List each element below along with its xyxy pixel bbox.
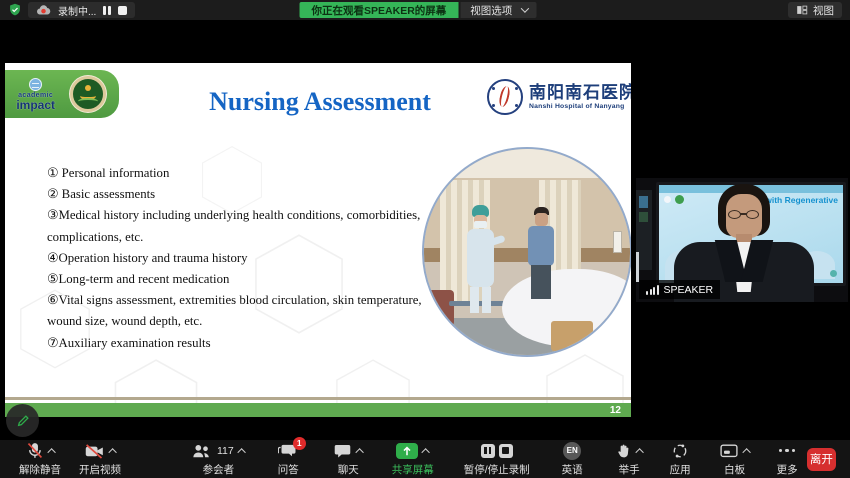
- ward-photo: [422, 147, 631, 357]
- qa-button[interactable]: 1 问答: [269, 440, 308, 478]
- hospital-logo: 南阳南石医院 Nanshi Hospital of Nanyang: [487, 75, 629, 119]
- view-button[interactable]: 视图: [788, 2, 842, 18]
- cloud-recording-icon: [36, 4, 51, 16]
- speaker-video-tile[interactable]: with Regenerative SPEAKER: [636, 178, 848, 302]
- chevron-up-icon[interactable]: [635, 448, 643, 456]
- apps-button[interactable]: 应用: [661, 440, 700, 478]
- apps-icon: [671, 442, 689, 460]
- chevron-down-icon: [520, 4, 528, 12]
- speaker-name-label: SPEAKER: [639, 280, 720, 299]
- shared-screen-slide: academic impact Nursing Assessment 南阳南石医…: [5, 63, 631, 417]
- recording-status-label: 录制中...: [58, 3, 96, 18]
- academic-impact-logo: academic impact: [16, 78, 55, 111]
- list-item: ② Basic assessments: [47, 184, 447, 205]
- participants-count: 117: [217, 445, 234, 457]
- stop-recording-icon[interactable]: [118, 6, 127, 15]
- stop-recording-icon[interactable]: [499, 444, 513, 458]
- recording-controls: 录制中...: [28, 2, 135, 18]
- list-item: ⑤Long-term and recent medication: [47, 269, 447, 290]
- more-button[interactable]: 更多: [768, 440, 807, 478]
- slide-footer-line: [5, 397, 631, 400]
- hospital-name-zh: 南阳南石医院: [529, 83, 631, 103]
- chevron-up-icon[interactable]: [237, 448, 245, 456]
- layout-grid-icon: [796, 4, 808, 16]
- chat-button[interactable]: 聊天: [324, 440, 373, 478]
- chevron-up-icon[interactable]: [47, 448, 55, 456]
- raise-hand-icon: [615, 442, 632, 460]
- share-screen-icon: [396, 443, 418, 459]
- unmute-button[interactable]: 解除静音: [10, 440, 70, 478]
- leave-button[interactable]: 离开: [807, 448, 836, 471]
- security-shield-icon[interactable]: [8, 3, 22, 17]
- chevron-up-icon[interactable]: [421, 448, 429, 456]
- chevron-up-icon[interactable]: [108, 448, 116, 456]
- slide-footer-bar: 12: [5, 403, 631, 417]
- chevron-up-icon[interactable]: [355, 448, 363, 456]
- annotate-button[interactable]: [6, 404, 39, 437]
- view-options-button[interactable]: 视图选项: [460, 2, 536, 18]
- camera-off-icon: [84, 442, 105, 460]
- meeting-window: 录制中... 你正在观看SPEAKER的屏幕 视图选项 视图: [0, 0, 850, 478]
- top-bar: 录制中... 你正在观看SPEAKER的屏幕 视图选项 视图: [0, 0, 850, 20]
- hospital-name-en: Nanshi Hospital of Nanyang: [529, 103, 631, 111]
- whiteboard-button[interactable]: 白板: [710, 440, 760, 478]
- page-number: 12: [610, 405, 621, 416]
- list-item: ③Medical history including underlying he…: [47, 205, 447, 247]
- start-video-button[interactable]: 开启视频: [70, 440, 130, 478]
- nurse-figure: [465, 205, 495, 315]
- list-item: ⑥Vital signs assessment, extremities blo…: [47, 290, 447, 332]
- list-item: ① Personal information: [47, 163, 447, 184]
- more-dots-icon: [779, 442, 796, 460]
- qa-badge: 1: [293, 437, 306, 450]
- viewing-banner-group: 你正在观看SPEAKER的屏幕 视图选项: [300, 2, 537, 18]
- participants-button[interactable]: 117 参会者: [182, 440, 255, 478]
- pencil-icon: [15, 413, 31, 429]
- language-en-icon: EN: [563, 442, 581, 460]
- participants-icon: [191, 442, 211, 460]
- pause-recording-icon[interactable]: [481, 444, 495, 458]
- chevron-up-icon[interactable]: [742, 448, 750, 456]
- patient-figure: [527, 207, 555, 307]
- interpretation-button[interactable]: EN 英语: [553, 440, 592, 478]
- list-item: ④Operation history and trauma history: [47, 248, 447, 269]
- slide-logo-banner: academic impact: [5, 70, 119, 118]
- viewing-screen-banner: 你正在观看SPEAKER的屏幕: [300, 2, 459, 18]
- whiteboard-icon: [719, 442, 739, 460]
- list-item: ⑦Auxiliary examination results: [47, 333, 447, 354]
- hospital-emblem-icon: [487, 79, 523, 115]
- raise-hand-button[interactable]: 举手: [606, 440, 653, 478]
- pause-stop-recording-button[interactable]: 暂停/停止录制: [455, 440, 539, 478]
- un-emblem-icon: [29, 78, 42, 91]
- chat-bubble-icon: [333, 442, 352, 460]
- share-screen-button[interactable]: 共享屏幕: [383, 440, 443, 478]
- pause-recording-icon[interactable]: [103, 6, 111, 15]
- meeting-toolbar: 解除静音 开启视频 117 参会者: [0, 440, 850, 478]
- assessment-list: ① Personal information ② Basic assessmen…: [47, 163, 447, 354]
- slide-title: Nursing Assessment: [155, 87, 485, 117]
- nursing-emblem-icon: [70, 76, 106, 112]
- audio-level-icon: [646, 285, 659, 295]
- mic-muted-icon: [25, 441, 44, 460]
